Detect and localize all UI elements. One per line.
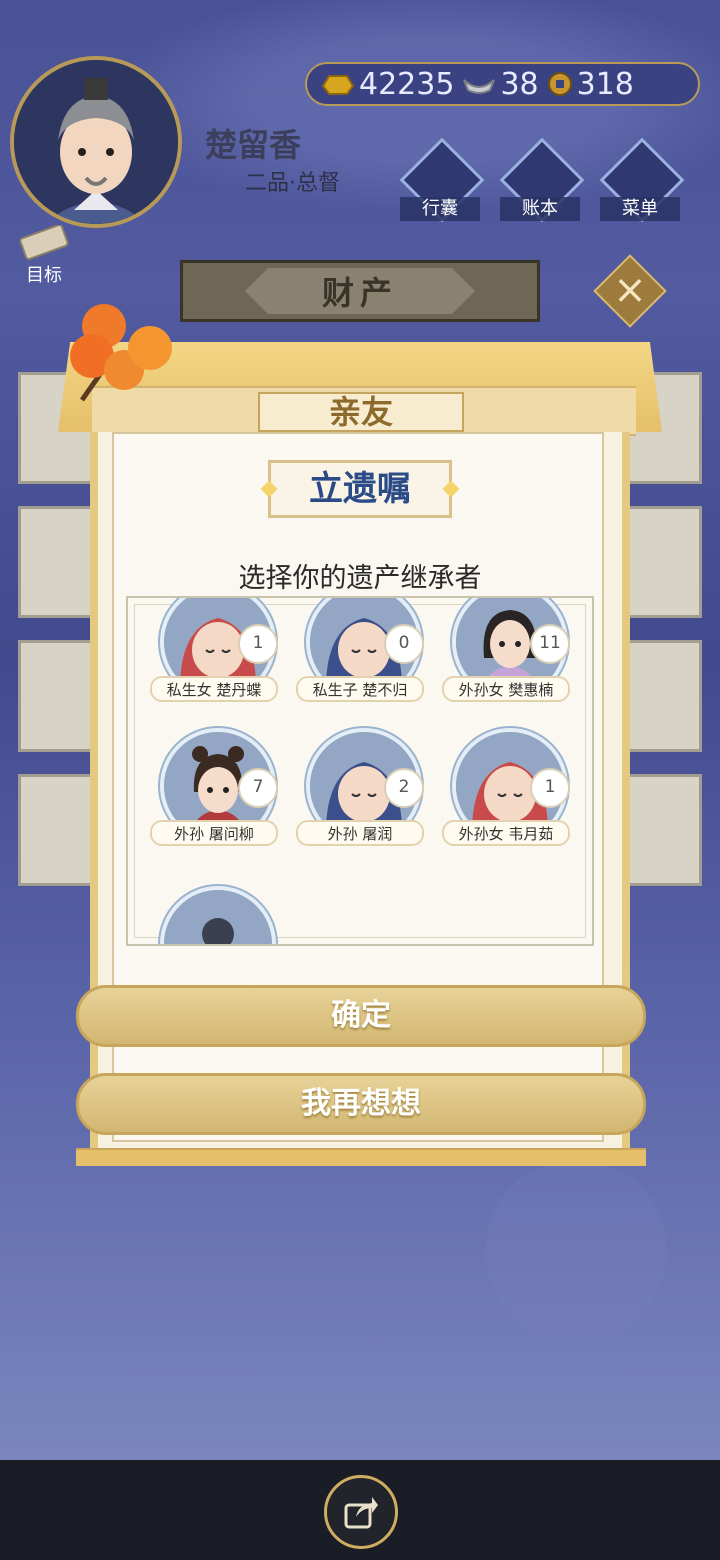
heir-name: 私生女 楚丹蝶	[150, 676, 278, 702]
bag-button[interactable]: 行囊	[399, 137, 485, 223]
heir-name: 外孙 屠问柳	[150, 820, 278, 846]
heir-count: 7	[238, 768, 278, 808]
currency-bar: 42235 38 318	[305, 62, 700, 106]
share-button[interactable]	[324, 1475, 398, 1549]
heir-card-partial[interactable]	[150, 886, 280, 944]
ledger-button[interactable]: 账本	[499, 137, 585, 223]
confirm-button[interactable]: 确定	[76, 985, 646, 1047]
heir-card[interactable]: 11 外孙女 樊惠楠	[442, 598, 572, 734]
heir-name: 私生子 楚不归	[296, 676, 424, 702]
ledger-label: 账本	[500, 197, 580, 221]
heir-card[interactable]: 7 外孙 屠问柳	[150, 728, 280, 878]
bag-label: 行囊	[400, 197, 480, 221]
heir-card[interactable]: 1 私生女 楚丹蝶	[150, 598, 280, 734]
heir-name: 外孙 屠润	[296, 820, 424, 846]
gold-amount: 42235	[359, 66, 455, 102]
heir-count: 0	[384, 624, 424, 664]
scroll-bottom-roll	[76, 1148, 646, 1166]
silver-currency[interactable]: 38	[462, 66, 539, 102]
will-subtitle: 选择你的遗产继承者	[238, 563, 482, 594]
player-rank: 二品·总督	[245, 171, 340, 196]
player-name: 楚留香	[205, 126, 302, 164]
heir-count: 1	[530, 768, 570, 808]
menu-button[interactable]: 菜单	[599, 137, 685, 223]
gold-ingot-icon	[321, 75, 355, 95]
heir-card[interactable]: 2 外孙 屠润	[296, 728, 426, 878]
gold-currency[interactable]: 42235	[321, 67, 454, 102]
will-heading: 立遗嘱	[268, 460, 452, 518]
share-icon	[344, 1497, 378, 1529]
goal-button[interactable]: 目标	[12, 223, 76, 286]
silver-ingot-icon	[463, 79, 496, 94]
coin-currency[interactable]: 318	[547, 67, 634, 102]
goal-label: 目标	[26, 265, 62, 286]
oranges-decoration-icon	[70, 304, 172, 402]
scroll-icon	[19, 223, 69, 261]
heir-name: 外孙女 韦月茹	[442, 820, 570, 846]
heir-list[interactable]: 1 私生女 楚丹蝶 0 私生子 楚不归 11 外孙女 樊惠楠 7 外孙 屠问柳 …	[126, 596, 594, 946]
close-icon: ×	[613, 267, 647, 313]
heir-count: 1	[238, 624, 278, 664]
heir-name: 外孙女 樊惠楠	[442, 676, 570, 702]
tab-relatives: 亲友	[258, 392, 464, 432]
heir-count: 11	[530, 624, 570, 664]
heir-card[interactable]: 0 私生子 楚不归	[296, 598, 426, 734]
heir-card[interactable]: 1 外孙女 韦月茹	[442, 728, 572, 878]
player-avatar[interactable]	[10, 56, 182, 228]
heir-count: 2	[384, 768, 424, 808]
reconsider-button[interactable]: 我再想想	[76, 1073, 646, 1135]
heir-portrait-silhouette	[160, 886, 276, 944]
property-title: 财产	[245, 268, 475, 314]
menu-label: 菜单	[600, 197, 680, 221]
coin-amount: 318	[576, 66, 634, 102]
coin-icon	[547, 72, 572, 96]
silver-amount: 38	[500, 66, 539, 102]
property-banner: 财产	[180, 260, 540, 322]
